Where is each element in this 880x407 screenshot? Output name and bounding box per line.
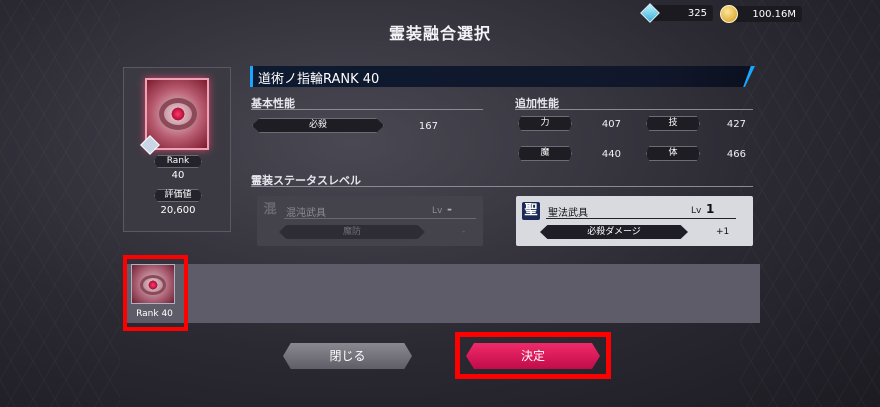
page-title: 霊装融合選択 <box>388 24 491 43</box>
divider <box>546 218 736 219</box>
equipment-card: Rank 40 評価値 20,600 <box>123 67 231 232</box>
stat-value-power: 407 <box>601 119 621 130</box>
divider <box>251 186 753 187</box>
holy-lv-label: Lv <box>691 206 702 216</box>
chaos-kanji-icon: 混 <box>263 202 277 217</box>
stat-label-body: 体 <box>646 146 700 161</box>
stat-label-magic: 魔 <box>518 146 572 161</box>
stat-value-body: 466 <box>726 149 746 160</box>
decide-highlight <box>455 332 611 379</box>
stat-value-magic: 440 <box>601 149 621 160</box>
holy-kanji-icon: 聖 <box>522 202 540 220</box>
chaos-equipment-title: 混沌武具 <box>286 208 326 219</box>
stat-label-skill: 技 <box>646 116 700 131</box>
attribute-badge-icon <box>140 135 160 155</box>
rating-label: 評価値 <box>154 189 202 202</box>
holy-equipment-title: 聖法武具 <box>548 208 588 219</box>
stat-value-hissatsu: 167 <box>418 121 438 132</box>
chaos-stat-value: - <box>462 227 466 237</box>
rank-label: Rank <box>154 155 202 168</box>
selection-strip <box>127 264 760 323</box>
holy-stat-value: +1 <box>716 227 730 237</box>
gem-counter: 325 <box>640 3 713 23</box>
gold-coin-icon <box>720 5 738 23</box>
level-box-chaos: 混 混沌武具 Lv - 魔防 - <box>257 196 483 246</box>
level-box-holy: 聖 聖法武具 Lv 1 必殺ダメージ +1 <box>516 196 753 246</box>
rank-value: 40 <box>171 170 185 181</box>
divider <box>515 109 753 110</box>
chaos-lv-label: Lv <box>432 206 443 216</box>
ring-equipment-icon <box>140 78 209 155</box>
divider <box>284 218 476 219</box>
background-pattern-right <box>740 0 880 407</box>
holy-lv-value: 1 <box>706 202 715 216</box>
close-button[interactable]: 閉じる <box>283 343 412 369</box>
background-pattern-left <box>0 0 120 407</box>
chaos-lv-value: - <box>447 202 452 216</box>
stat-value-skill: 427 <box>726 119 746 130</box>
stat-label-power: 力 <box>518 116 572 131</box>
rating-value: 20,600 <box>160 205 196 216</box>
holy-stat-label: 必殺ダメージ <box>540 225 688 239</box>
selection-highlight <box>123 255 188 331</box>
item-name: 道術ノ指輪RANK 40 <box>258 72 380 87</box>
gem-value: 325 <box>651 5 713 21</box>
chaos-stat-label: 魔防 <box>279 225 425 239</box>
stat-label-hissatsu: 必殺 <box>252 118 384 133</box>
divider <box>251 109 483 110</box>
ring-gem-icon <box>159 98 197 130</box>
